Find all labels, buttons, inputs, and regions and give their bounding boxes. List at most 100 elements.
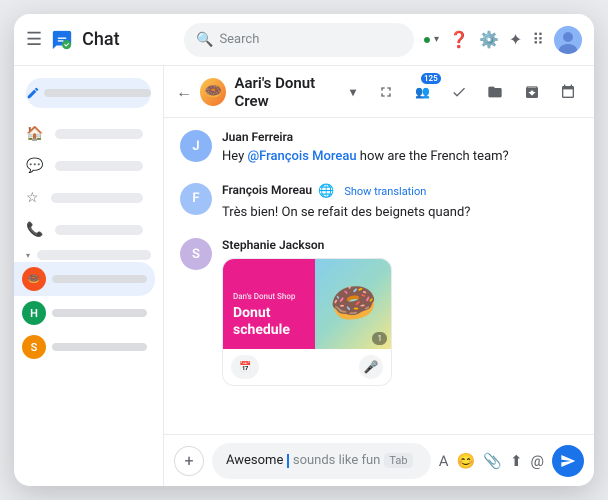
expand-icon[interactable]	[372, 77, 400, 107]
donut-shop-name: Dan's Donut Shop	[233, 292, 305, 301]
author-francois: François Moreau	[222, 183, 312, 197]
author-juan: Juan Ferreira	[222, 130, 578, 144]
channel-name: Aari's Donut Crew ▾	[234, 74, 356, 110]
dropdown-arrow-icon[interactable]: ▾	[350, 85, 356, 99]
messages-area: J Juan Ferreira Hey @François Moreau how…	[164, 118, 594, 434]
card-action-calendar[interactable]: 📅	[231, 355, 259, 379]
card-action-mic[interactable]: 🎤	[359, 355, 383, 379]
calendar-icon[interactable]	[554, 77, 582, 107]
status-dot	[422, 35, 432, 45]
app-title: Chat	[82, 29, 119, 50]
avatar-francois: F	[180, 183, 212, 215]
back-button[interactable]: ←	[176, 82, 192, 102]
avatar-juan: J	[180, 130, 212, 162]
message-input[interactable]: Awesome sounds like fun Tab	[212, 443, 431, 479]
status-indicator: ▾	[422, 34, 439, 45]
channel-avatar: 🍩	[200, 78, 226, 106]
add-button[interactable]: +	[174, 446, 204, 476]
sidebar-dm-aari[interactable]: 🍩	[14, 262, 155, 296]
message-juan: J Juan Ferreira Hey @François Moreau how…	[180, 130, 578, 167]
compose-button[interactable]	[26, 78, 151, 108]
apps-icon[interactable]: ⠿	[532, 30, 544, 49]
chevron-icon: ▾	[26, 251, 30, 260]
donut-schedule-text: Donut schedule	[233, 305, 305, 339]
members-icon[interactable]: 👥 125	[408, 77, 436, 107]
search-icon: 🔍	[196, 32, 213, 48]
sidebar-nav-spaces[interactable]: ☆	[14, 182, 155, 214]
user-avatar[interactable]	[554, 26, 582, 54]
chat-header: ← 🍩 Aari's Donut Crew ▾ 👥 125	[164, 66, 594, 118]
input-typed-text: Awesome	[226, 453, 283, 468]
dm-avatar-s: S	[22, 335, 46, 359]
input-bar: + Awesome sounds like fun Tab A 😊 📎 ⬆ @	[164, 434, 594, 486]
input-cursor	[287, 454, 289, 468]
top-bar-right: ▾ ❓ ⚙️ ✦ ⠿	[422, 26, 582, 54]
sidebar-nav-meet[interactable]: 📞	[14, 214, 155, 246]
upload-icon[interactable]: ⬆	[510, 452, 523, 470]
dm-avatar-h: H	[22, 301, 46, 325]
chat-icon: 💬	[26, 158, 43, 174]
home-label	[55, 129, 143, 139]
donut-card-text: Dan's Donut Shop Donut schedule	[223, 259, 315, 349]
main-layout: 🏠 💬 ☆ 📞 ▾ 🍩	[14, 66, 594, 486]
home-icon: 🏠	[26, 126, 43, 142]
sidebar-nav-home[interactable]: 🏠	[14, 118, 155, 150]
donut-emoji: 🍩	[326, 278, 380, 330]
chats-label	[55, 161, 143, 171]
sidebar-dm-s[interactable]: S	[14, 330, 155, 364]
app-logo	[50, 28, 74, 52]
archive-icon[interactable]	[517, 77, 545, 107]
chat-panel: ← 🍩 Aari's Donut Crew ▾ 👥 125	[164, 66, 594, 486]
spaces-icon: ☆	[26, 190, 39, 206]
mention-icon[interactable]: @	[531, 452, 544, 470]
card-badge: 1	[372, 332, 387, 345]
content-francois: François Moreau 🌐 Show translation Très …	[222, 183, 578, 223]
dm-name-aari	[52, 275, 147, 283]
sidebar: 🏠 💬 ☆ 📞 ▾ 🍩	[14, 66, 164, 486]
search-bar[interactable]: 🔍 Search	[184, 23, 414, 57]
top-bar: ☰ Chat 🔍 Search ▾ ❓ ⚙️ ✦ ⠿	[14, 14, 594, 66]
sparkle-icon[interactable]: ✦	[509, 30, 522, 49]
text-juan: Hey @François Moreau how are the French …	[222, 147, 578, 167]
avatar-stephanie: S	[180, 238, 212, 270]
donut-card[interactable]: Dan's Donut Shop Donut schedule 🍩 1	[222, 258, 392, 386]
folder-icon[interactable]	[481, 77, 509, 107]
send-button[interactable]	[552, 445, 584, 477]
input-icons: A 😊 📎 ⬆ @	[439, 452, 544, 470]
author-row-francois: François Moreau 🌐 Show translation	[222, 183, 578, 200]
search-placeholder: Search	[219, 32, 402, 47]
content-stephanie: Stephanie Jackson Dan's Donut Shop Donut…	[222, 238, 578, 386]
attach-icon[interactable]: 📎	[483, 452, 502, 470]
show-translation-button[interactable]: Show translation	[344, 185, 426, 198]
sidebar-nav-chats[interactable]: 💬	[14, 150, 155, 182]
message-francois: F François Moreau 🌐 Show translation Trè…	[180, 183, 578, 223]
compose-label	[44, 89, 151, 97]
dm-avatar-aari: 🍩	[22, 267, 46, 291]
app-window: ☰ Chat 🔍 Search ▾ ❓ ⚙️ ✦ ⠿	[14, 14, 594, 486]
input-placeholder: sounds like fun	[293, 453, 381, 468]
dm-name-h	[52, 309, 147, 317]
content-juan: Juan Ferreira Hey @François Moreau how a…	[222, 130, 578, 167]
emoji-icon[interactable]: 😊	[457, 452, 476, 470]
dm-name-s	[52, 343, 147, 351]
section-text	[37, 250, 151, 260]
donut-image: 🍩 1	[315, 259, 391, 349]
author-stephanie: Stephanie Jackson	[222, 238, 578, 252]
tab-hint: Tab	[384, 453, 412, 468]
message-stephanie: S Stephanie Jackson Dan's Donut Shop Don…	[180, 238, 578, 386]
mention-francois: @François Moreau	[247, 149, 356, 164]
dm-section-label: ▾	[14, 246, 163, 262]
text-francois: Très bien! On se refait des beignets qua…	[222, 203, 578, 223]
settings-icon[interactable]: ⚙️	[479, 30, 499, 49]
meet-icon: 📞	[26, 222, 43, 238]
top-bar-left: ☰ Chat	[26, 28, 176, 52]
sidebar-dm-h[interactable]: H	[14, 296, 155, 330]
help-icon[interactable]: ❓	[449, 30, 469, 49]
translate-icon: 🌐	[318, 184, 334, 199]
format-text-icon[interactable]: A	[439, 452, 449, 470]
donut-card-image: Dan's Donut Shop Donut schedule 🍩 1	[223, 259, 391, 349]
spaces-label	[51, 193, 143, 203]
checkmark-icon[interactable]	[445, 77, 473, 107]
menu-icon[interactable]: ☰	[26, 29, 42, 50]
card-actions: 📅 🎤	[223, 349, 391, 385]
